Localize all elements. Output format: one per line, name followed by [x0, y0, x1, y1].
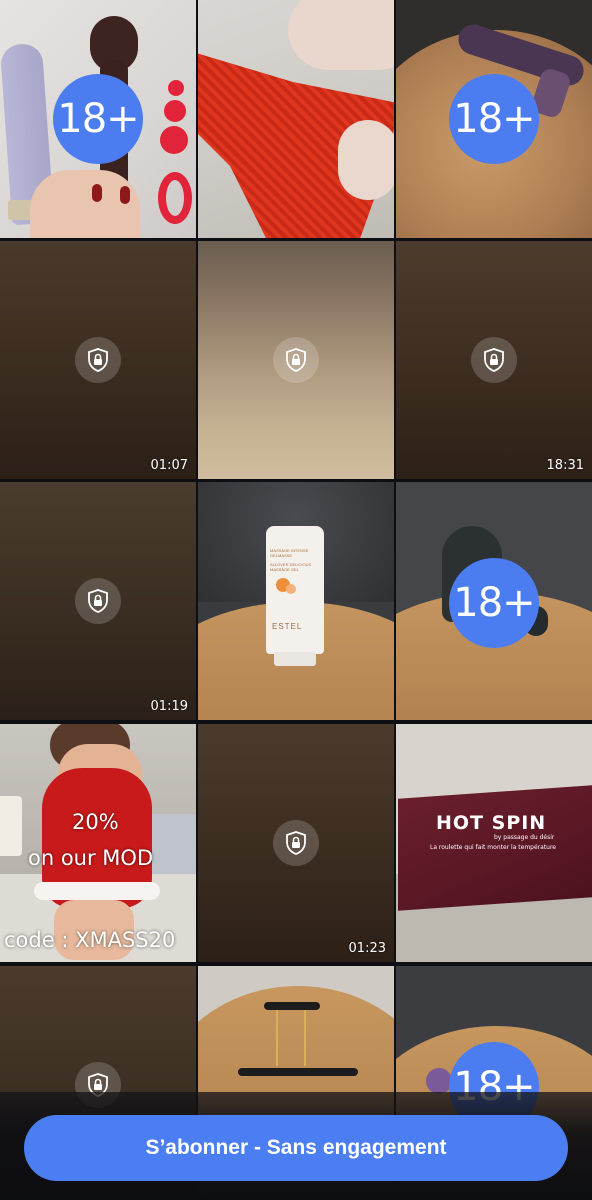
- box-subtitle: by passage du désir: [494, 834, 555, 841]
- product-name: ALLOVER DELICIOUS MASSAGE GEL: [270, 562, 312, 572]
- lock-shield-icon: [273, 337, 319, 383]
- video-duration: 01:23: [348, 941, 386, 956]
- video-duration: 01:19: [150, 699, 188, 714]
- box-title: HOT SPIN: [436, 812, 547, 834]
- box-tagline: La roulette qui fait monter la températu…: [430, 844, 556, 851]
- lock-shield-icon: [471, 337, 517, 383]
- product-label: MASSAGE INTENSE GELMASSE: [270, 548, 309, 558]
- media-grid: 18+ 18+ 01:07 18:31 01:19 MASSAGE INTENS…: [0, 0, 592, 1200]
- video-duration: 18:31: [546, 458, 584, 473]
- product-brand: ESTEL: [272, 622, 303, 631]
- media-tile-2[interactable]: [198, 0, 394, 238]
- lock-shield-icon: [75, 578, 121, 624]
- locked-video-tile[interactable]: 01:07: [0, 241, 196, 479]
- lock-shield-icon: [75, 337, 121, 383]
- locked-video-tile[interactable]: 01:19: [0, 482, 196, 720]
- grid-divider: [0, 238, 592, 241]
- promo-code: code : XMASS20: [4, 928, 176, 952]
- locked-video-tile[interactable]: 18:31: [396, 241, 592, 479]
- locked-video-tile[interactable]: 01:23: [198, 724, 394, 962]
- media-tile-9[interactable]: 18+: [396, 482, 592, 720]
- adult-content-badge: 18+: [53, 74, 143, 164]
- lock-shield-icon: [273, 820, 319, 866]
- grid-divider: [0, 720, 592, 724]
- grid-divider: [394, 0, 396, 1200]
- locked-photo-tile[interactable]: [198, 241, 394, 479]
- grid-divider: [0, 962, 592, 966]
- video-duration: 01:07: [150, 458, 188, 473]
- media-tile-game-box[interactable]: HOT SPIN by passage du désir La roulette…: [396, 724, 592, 962]
- subscribe-button[interactable]: S’abonner - Sans engagement: [24, 1115, 568, 1181]
- adult-content-badge: 18+: [449, 74, 539, 164]
- media-tile-promo[interactable]: 20% on our MOD code : XMASS20: [0, 724, 196, 962]
- promo-subject: on our MOD: [28, 846, 154, 870]
- promo-percent: 20%: [72, 810, 119, 834]
- grid-divider: [0, 479, 592, 482]
- media-tile-1[interactable]: 18+: [0, 0, 196, 238]
- grid-divider: [196, 0, 198, 1200]
- adult-content-badge: 18+: [449, 558, 539, 648]
- media-tile-product[interactable]: MASSAGE INTENSE GELMASSE ALLOVER DELICIO…: [198, 482, 394, 720]
- media-tile-3[interactable]: 18+: [396, 0, 592, 238]
